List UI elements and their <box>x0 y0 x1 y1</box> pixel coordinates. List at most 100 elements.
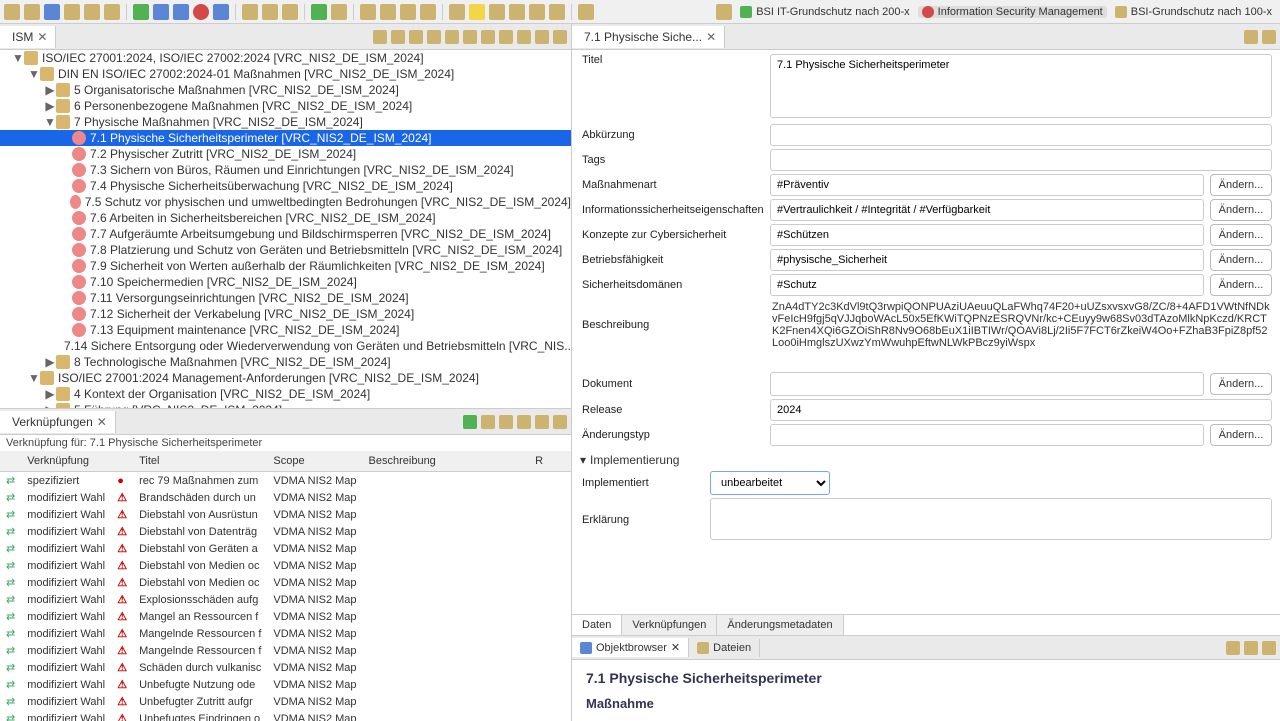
expand-icon[interactable]: ▼ <box>28 67 40 81</box>
tree-node[interactable]: ▼DIN EN ISO/IEC 27002:2024-01 Maßnahmen … <box>0 66 571 82</box>
tree-node[interactable]: 7.3 Sichern von Büros, Räumen und Einric… <box>0 162 571 178</box>
expand-icon[interactable]: ▼ <box>28 371 40 385</box>
tree-node[interactable]: ▶6 Personenbezogene Maßnahmen [VRC_NIS2_… <box>0 98 571 114</box>
tree-view[interactable]: ▼ISO/IEC 27001:2024, ISO/IEC 27002:2024 … <box>0 50 571 408</box>
change-button[interactable]: Ändern... <box>1210 274 1272 296</box>
table-row[interactable]: ⇄modifiziert Wahl⚠Diebstahl von Medien o… <box>0 557 571 574</box>
profile-ism[interactable]: Information Security Management <box>918 6 1107 18</box>
perspective-icon[interactable] <box>716 4 732 20</box>
toolbar-icon[interactable] <box>481 30 495 44</box>
col-header[interactable]: Titel <box>133 451 267 472</box>
close-icon[interactable]: ✕ <box>37 30 47 44</box>
table-row[interactable]: ⇄modifiziert Wahl⚠Diebstahl von Medien o… <box>0 574 571 591</box>
tab-verknuepfungen[interactable]: Verknüpfungen <box>622 615 717 635</box>
input-betr[interactable] <box>770 249 1204 271</box>
toolbar-icon[interactable] <box>391 30 405 44</box>
toolbar-icon[interactable] <box>409 30 423 44</box>
toolbar-icon[interactable] <box>420 4 436 20</box>
table-row[interactable]: ⇄modifiziert Wahl⚠Diebstahl von Geräten … <box>0 540 571 557</box>
toolbar-icon[interactable] <box>193 4 209 20</box>
input-cyber[interactable] <box>770 224 1204 246</box>
toolbar-icon[interactable] <box>242 4 258 20</box>
tree-node[interactable]: ▼7 Physische Maßnahmen [VRC_NIS2_DE_ISM_… <box>0 114 571 130</box>
minimize-icon[interactable] <box>535 415 549 429</box>
input-art[interactable] <box>770 174 1204 196</box>
section-impl[interactable]: ▾ Implementierung <box>580 449 1272 471</box>
minimize-icon[interactable] <box>535 30 549 44</box>
maximize-icon[interactable] <box>553 30 567 44</box>
expand-icon[interactable]: ▼ <box>12 51 24 65</box>
maximize-icon[interactable] <box>1262 30 1276 44</box>
toolbar-icon[interactable] <box>213 4 229 20</box>
tree-node[interactable]: ▶5 Organisatorische Maßnahmen [VRC_NIS2_… <box>0 82 571 98</box>
table-row[interactable]: ⇄modifiziert Wahl⚠Unbefugter Zutritt auf… <box>0 693 571 710</box>
tree-node[interactable]: 7.12 Sicherheit der Verkabelung [VRC_NIS… <box>0 306 571 322</box>
maximize-icon[interactable] <box>553 415 567 429</box>
toolbar-icon[interactable] <box>380 4 396 20</box>
input-eig[interactable] <box>770 199 1204 221</box>
tree-node[interactable]: ▶4 Kontext der Organisation [VRC_NIS2_DE… <box>0 386 571 402</box>
refresh-icon[interactable] <box>133 4 149 20</box>
col-header[interactable] <box>111 451 133 472</box>
input-abk[interactable] <box>770 124 1272 146</box>
filter-icon[interactable] <box>445 30 459 44</box>
tree-node[interactable]: 7.10 Speichermedien [VRC_NIS2_DE_ISM_202… <box>0 274 571 290</box>
table-row[interactable]: ⇄modifiziert Wahl⚠Mangelnde Ressourcen f… <box>0 625 571 642</box>
tab-links[interactable]: Verknüpfungen ✕ <box>0 411 116 433</box>
change-button[interactable]: Ändern... <box>1210 224 1272 246</box>
toolbar-icon[interactable] <box>24 4 40 20</box>
toolbar-icon[interactable] <box>262 4 278 20</box>
attach-icon[interactable] <box>489 4 505 20</box>
tree-node[interactable]: 7.7 Aufgeräumte Arbeitsumgebung und Bild… <box>0 226 571 242</box>
tree-node[interactable]: 7.13 Equipment maintenance [VRC_NIS2_DE_… <box>0 322 571 338</box>
tab-objektbrowser[interactable]: Objektbrowser ✕ <box>572 638 689 657</box>
tree-node[interactable]: 7.4 Physische Sicherheitsüberwachung [VR… <box>0 178 571 194</box>
input-dom[interactable] <box>770 274 1204 296</box>
toolbar-icon[interactable] <box>153 4 169 20</box>
toolbar-icon[interactable] <box>427 30 441 44</box>
close-icon[interactable]: ✕ <box>671 641 680 654</box>
change-button[interactable]: Ändern... <box>1210 199 1272 221</box>
print-icon[interactable] <box>104 4 120 20</box>
change-button[interactable]: Ändern... <box>1210 424 1272 446</box>
edit-icon[interactable] <box>469 4 485 20</box>
link-icon[interactable] <box>509 4 525 20</box>
toolbar-icon[interactable] <box>481 415 495 429</box>
toolbar-icon[interactable] <box>311 4 327 20</box>
profile-bsi-100x[interactable]: BSI-Grundschutz nach 100-x <box>1111 6 1276 18</box>
tree-node[interactable]: ▼ISO/IEC 27001:2024 Management-Anforderu… <box>0 370 571 386</box>
input-tags[interactable] <box>770 149 1272 171</box>
tree-node[interactable]: 7.8 Platzierung und Schutz von Geräten u… <box>0 242 571 258</box>
tab-daten[interactable]: Daten <box>572 615 622 635</box>
tree-node[interactable]: 7.6 Arbeiten in Sicherheitsbereichen [VR… <box>0 210 571 226</box>
table-row[interactable]: ⇄modifiziert Wahl⚠Diebstahl von Datenträ… <box>0 523 571 540</box>
tree-node[interactable]: 7.2 Physischer Zutritt [VRC_NIS2_DE_ISM_… <box>0 146 571 162</box>
minimize-icon[interactable] <box>1244 641 1258 655</box>
tree-node[interactable]: 7.1 Physische Sicherheitsperimeter [VRC_… <box>0 130 571 146</box>
close-icon[interactable]: ✕ <box>706 30 716 44</box>
toolbar-icon[interactable] <box>529 4 545 20</box>
book-icon[interactable] <box>360 4 376 20</box>
table-row[interactable]: ⇄spezifiziert●rec 79 Maßnahmen zumVDMA N… <box>0 472 571 490</box>
profile-bsi-200x[interactable]: BSI IT-Grundschutz nach 200-x <box>736 6 913 18</box>
select-impl[interactable]: unbearbeitet <box>710 471 830 495</box>
expand-icon[interactable]: ▶ <box>44 387 56 401</box>
table-row[interactable]: ⇄modifiziert Wahl⚠Explosionsschäden aufg… <box>0 591 571 608</box>
col-header[interactable]: Verknüpfung <box>21 451 111 472</box>
tree-node[interactable]: 7.9 Sicherheit von Werten außerhalb der … <box>0 258 571 274</box>
toolbar-icon[interactable] <box>499 30 513 44</box>
toolbar-icon[interactable] <box>400 4 416 20</box>
toolbar-icon[interactable] <box>1226 641 1240 655</box>
toolbar-icon[interactable] <box>578 4 594 20</box>
toolbar-icon[interactable] <box>331 4 347 20</box>
toolbar-icon[interactable] <box>449 4 465 20</box>
col-header[interactable]: Scope <box>267 451 362 472</box>
search-icon[interactable] <box>549 4 565 20</box>
close-icon[interactable]: ✕ <box>97 415 107 429</box>
toolbar-icon[interactable] <box>463 30 477 44</box>
tab-dateien[interactable]: Dateien <box>689 639 760 657</box>
save-icon[interactable] <box>44 4 60 20</box>
table-row[interactable]: ⇄modifiziert Wahl⚠Brandschäden durch unV… <box>0 489 571 506</box>
expand-icon[interactable]: ▶ <box>44 99 56 113</box>
toolbar-icon[interactable] <box>173 4 189 20</box>
